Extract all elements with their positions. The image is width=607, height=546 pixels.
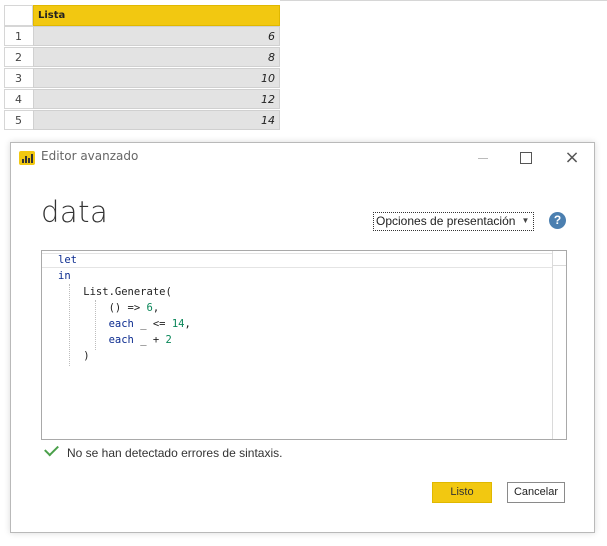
syntax-status: No se han detectado errores de sintaxis. [43, 441, 283, 462]
dialog-title: Editor avanzado [41, 149, 139, 163]
code-editor[interactable]: let in List.Generate( () => 6, each _ <= … [41, 250, 567, 440]
title-bar[interactable]: Editor avanzado × [11, 143, 594, 173]
code-keyword: each [108, 318, 134, 330]
minimize-icon [478, 158, 488, 159]
status-text: No se han detectado errores de sintaxis. [67, 446, 283, 460]
display-options-label: Opciones de presentación [376, 214, 516, 228]
code-keyword: in [58, 270, 71, 282]
column-header-lista[interactable]: Lista [33, 5, 280, 26]
code-line[interactable]: let [58, 252, 191, 268]
table-cell[interactable]: 8 [33, 47, 280, 67]
close-button[interactable]: × [557, 146, 587, 170]
code-text[interactable]: let in List.Generate( () => 6, each _ <= … [58, 252, 191, 364]
table-row[interactable]: 3 10 [0, 68, 281, 89]
row-number[interactable]: 4 [4, 89, 33, 109]
code-line[interactable]: ) [58, 348, 191, 364]
scrollbar-arrow[interactable] [553, 251, 566, 266]
query-name: data [41, 195, 109, 229]
done-button[interactable]: Listo [432, 482, 492, 503]
check-icon [44, 441, 59, 457]
advanced-editor-dialog: Editor avanzado × data Opciones de prese… [10, 142, 595, 533]
code-token: _ <= [133, 318, 172, 330]
table-row[interactable]: 16 [0, 26, 281, 47]
table-cell[interactable]: 12 [33, 89, 280, 109]
table-cell[interactable]: 6 [33, 26, 280, 46]
table-row[interactable]: 5 14 [0, 110, 281, 131]
code-token: , [184, 318, 191, 330]
code-token: _ + [133, 334, 166, 346]
row-number[interactable]: 3 [4, 68, 33, 88]
code-token: () => [58, 302, 147, 314]
code-keyword: each [108, 334, 134, 346]
help-icon[interactable]: ? [549, 212, 566, 229]
code-line[interactable]: each _ <= 14, [58, 316, 191, 332]
row-number[interactable]: 1 [4, 26, 33, 46]
code-line[interactable]: List.Generate( [58, 284, 191, 300]
table-corner-cell[interactable] [4, 5, 33, 26]
code-line[interactable]: in [58, 268, 191, 284]
table-cell[interactable]: 14 [33, 110, 280, 130]
dropdown-caret-icon: ▼ [521, 216, 530, 225]
display-options-dropdown[interactable]: Opciones de presentación ▼ [373, 212, 535, 231]
minimize-button[interactable] [468, 146, 498, 170]
table-top-border [280, 0, 607, 1]
code-line[interactable]: () => 6, [58, 300, 191, 316]
table-row[interactable]: 28 [0, 47, 281, 68]
table-row[interactable]: 4 12 [0, 89, 281, 110]
power-bi-app-icon [19, 151, 35, 165]
code-number: 2 [165, 334, 172, 346]
row-number[interactable]: 2 [4, 47, 33, 67]
maximize-icon [520, 152, 532, 164]
code-token: List.Generate( [58, 286, 172, 298]
code-line[interactable]: each _ + 2 [58, 332, 191, 348]
code-token: ) [58, 350, 90, 362]
code-keyword: let [58, 254, 77, 266]
code-token: , [152, 302, 160, 314]
code-number: 14 [171, 318, 185, 330]
cancel-button[interactable]: Cancelar [507, 482, 565, 503]
close-icon: × [564, 147, 580, 168]
maximize-button[interactable] [511, 146, 541, 170]
row-number[interactable]: 5 [4, 110, 33, 130]
table-cell[interactable]: 10 [33, 68, 280, 88]
vertical-scrollbar[interactable] [552, 251, 566, 439]
